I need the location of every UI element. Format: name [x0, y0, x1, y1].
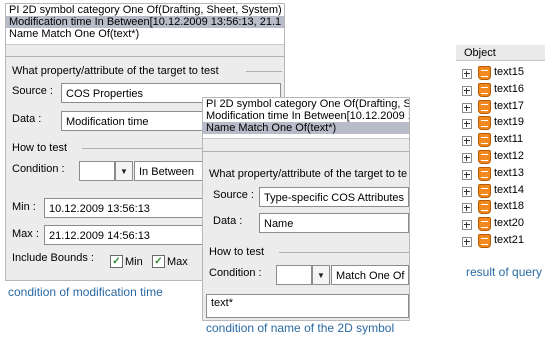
min-label: Min : [12, 201, 36, 213]
divider [6, 56, 284, 57]
expand-icon[interactable] [462, 136, 472, 147]
data-label: Data : [213, 215, 243, 227]
expand-icon[interactable] [462, 119, 472, 130]
symbol-object-icon [478, 166, 491, 181]
symbol-object-icon [478, 217, 491, 232]
tree-item[interactable]: text19 [462, 116, 542, 131]
include-min-checkbox[interactable]: ✓ [110, 255, 123, 268]
object-column-header[interactable]: Object [456, 45, 545, 61]
expand-icon[interactable] [462, 69, 472, 79]
tree-item[interactable]: text13 [462, 166, 542, 181]
condition-select[interactable]: Match One Of [331, 265, 409, 285]
target-group-title: What property/attribute of the target to… [209, 168, 408, 180]
expand-icon[interactable] [462, 203, 472, 214]
tree-item-label: text11 [494, 133, 524, 146]
tree-item-label: text12 [494, 150, 524, 162]
operator-dropdown-button[interactable]: ▼ [312, 265, 330, 285]
expand-icon[interactable] [462, 237, 472, 247]
chevron-down-icon: ▼ [120, 166, 128, 176]
tree-item-label: text18 [494, 200, 524, 213]
data-label: Data : [12, 113, 42, 125]
tree-item[interactable]: text16 [462, 82, 542, 97]
rule-item-selected[interactable]: Modification time In Between[10.12.2009 … [6, 16, 284, 28]
rule-item[interactable]: Name Match One Of(text*) [6, 28, 284, 40]
expand-icon[interactable] [462, 85, 472, 96]
symbol-object-icon [478, 183, 491, 198]
modification-time-caption: condition of modification time [8, 285, 163, 299]
source-label: Source : [12, 85, 53, 97]
condition-label: Condition : [12, 163, 65, 175]
tree-item-label: text19 [494, 116, 524, 129]
symbol-object-icon [478, 82, 491, 97]
name-condition-caption: condition of name of the 2D symbol [206, 321, 395, 335]
source-select[interactable]: Type-specific COS Attributes [259, 187, 409, 207]
include-max-label: Max [167, 256, 188, 268]
tree-item[interactable]: text17 [462, 99, 542, 114]
source-label: Source : [213, 189, 254, 201]
rule-item[interactable]: Modification time In Between[10.12.2009 … [203, 110, 409, 122]
symbol-object-icon [478, 116, 491, 131]
name-condition-panel: PI 2D symbol category One Of(Drafting, S… [202, 97, 410, 321]
condition-label: Condition : [209, 267, 262, 279]
tree-item[interactable]: text21 [462, 234, 542, 248]
divider [246, 71, 282, 72]
tree-item-label: text16 [494, 82, 524, 95]
tree-item[interactable]: text12 [462, 150, 542, 164]
expand-icon[interactable] [462, 102, 472, 113]
rule-item[interactable]: PI 2D symbol category One Of(Drafting, S… [6, 4, 284, 16]
how-to-test-title: How to test [12, 142, 68, 154]
tree-item-label: text21 [494, 234, 524, 246]
max-label: Max : [12, 228, 39, 240]
tree-item[interactable]: text11 [462, 133, 542, 148]
tree-item-label: text20 [494, 217, 524, 230]
divider [279, 252, 409, 253]
expand-icon[interactable] [462, 220, 472, 231]
expand-icon[interactable] [462, 169, 472, 180]
operator-dropdown-button[interactable]: ▼ [115, 161, 133, 181]
include-max-checkbox[interactable]: ✓ [152, 255, 165, 268]
expand-icon[interactable] [462, 153, 472, 163]
condition-operator-field[interactable] [79, 161, 115, 181]
symbol-object-icon [478, 150, 491, 164]
chevron-down-icon: ▼ [317, 270, 325, 280]
tree-item-label: text14 [494, 183, 524, 196]
symbol-object-icon [478, 99, 491, 114]
rule-item-selected[interactable]: Name Match One Of(text*) [203, 122, 409, 134]
symbol-object-icon [478, 200, 491, 215]
tree-item-label: text15 [494, 66, 524, 78]
result-caption: result of query [466, 265, 543, 279]
symbol-object-icon [478, 66, 491, 80]
rule-list: PI 2D symbol category One Of(Drafting, S… [203, 98, 409, 139]
symbol-object-icon [478, 133, 491, 148]
tree-item[interactable]: text20 [462, 217, 542, 232]
divider [203, 151, 409, 152]
condition-operator-field[interactable] [276, 265, 312, 285]
tree-item-label: text17 [494, 99, 524, 112]
tree-item[interactable]: text18 [462, 200, 542, 215]
tree-item[interactable]: text15 [462, 66, 542, 80]
rule-list: PI 2D symbol category One Of(Drafting, S… [6, 4, 284, 45]
include-min-label: Min [125, 256, 143, 268]
symbol-object-icon [478, 234, 491, 248]
include-bounds-label: Include Bounds : [12, 252, 94, 264]
target-group-title: What property/attribute of the target to… [12, 65, 219, 77]
how-to-test-title: How to test [209, 246, 265, 258]
tree-item[interactable]: text14 [462, 183, 542, 198]
tree-item-label: text13 [494, 166, 524, 179]
rule-item[interactable]: PI 2D symbol category One Of(Drafting, S… [203, 98, 409, 110]
data-select[interactable]: Name [259, 213, 409, 233]
value-text-field[interactable]: text* [206, 294, 409, 318]
expand-icon[interactable] [462, 186, 472, 197]
